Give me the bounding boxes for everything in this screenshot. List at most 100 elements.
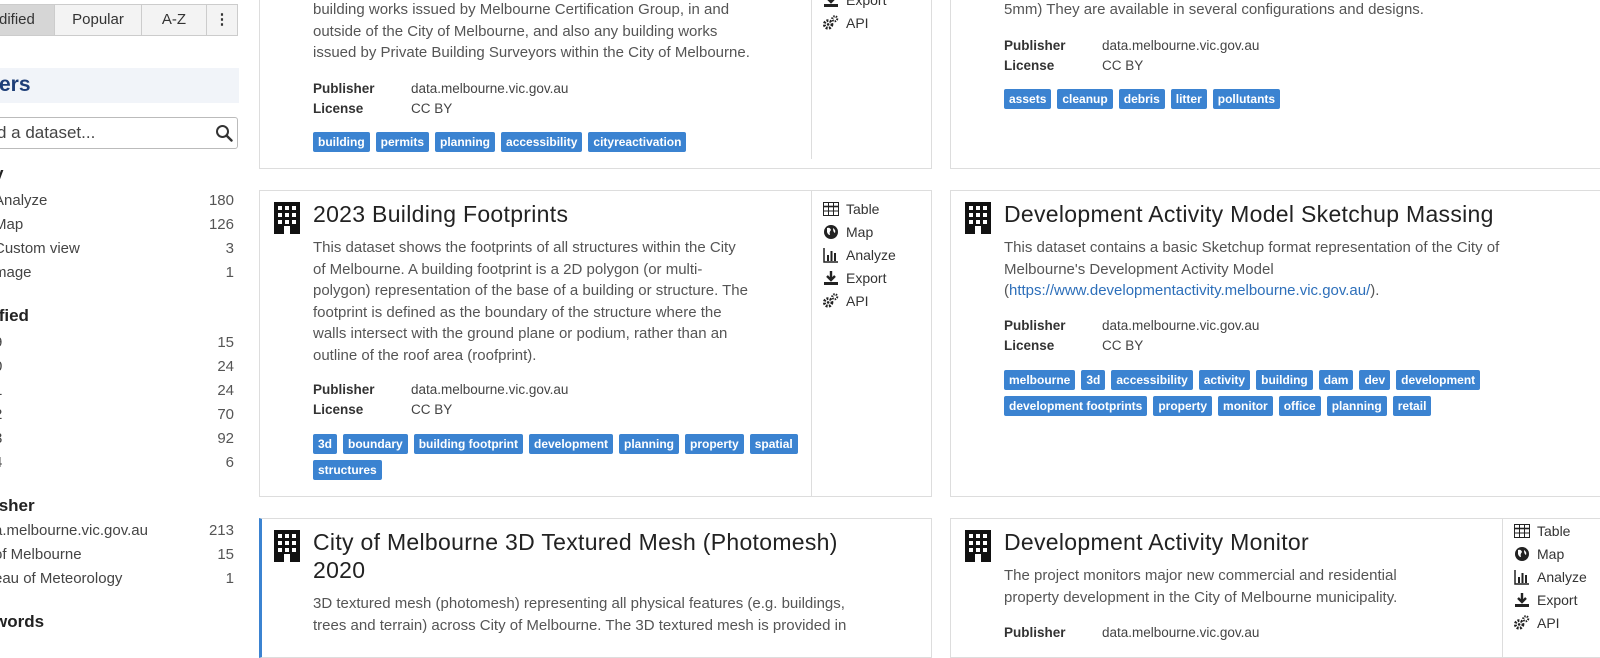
gears-icon: [822, 293, 839, 310]
export-action[interactable]: Export: [1513, 590, 1577, 610]
facet-modified-item[interactable]: 46: [0, 454, 234, 476]
keyword-tag[interactable]: pollutants: [1212, 89, 1281, 109]
api-action[interactable]: API: [822, 13, 869, 33]
keyword-tag[interactable]: building footprint: [413, 434, 523, 454]
dataset-actions: Export API: [811, 0, 930, 159]
development-activity-link[interactable]: https://www.developmentactivity.melbourn…: [1009, 282, 1370, 299]
keyword-tag[interactable]: litter: [1170, 89, 1207, 109]
title-line: 2020: [313, 557, 366, 583]
dataset-search-input[interactable]: [0, 118, 207, 148]
search-icon[interactable]: [215, 124, 233, 147]
keyword-tag[interactable]: building: [1256, 370, 1313, 390]
sort-popular-button[interactable]: Popular: [55, 5, 142, 35]
facet-modified-item[interactable]: 1 24: [0, 382, 234, 404]
keyword-tag[interactable]: development footprints: [1004, 396, 1148, 416]
keyword-tag[interactable]: cleanup: [1057, 89, 1113, 109]
license-value: CC BY: [1102, 58, 1144, 73]
keyword-tag[interactable]: building: [313, 132, 370, 152]
keyword-tag[interactable]: dam: [1318, 370, 1354, 390]
keyword-tag[interactable]: property: [1153, 396, 1213, 416]
facet-view-map[interactable]: Map 126: [0, 216, 234, 238]
analyze-label: Analyze: [846, 247, 896, 263]
sort-az-button[interactable]: A-Z: [142, 5, 207, 35]
dataset-card-litter-bins: 5mm) They are available in several confi…: [950, 0, 1600, 169]
description-line: trees and terrain) across City of Melbou…: [313, 616, 847, 634]
dataset-meta: Publisher data.melbourne.vic.gov.au Licen…: [1004, 36, 1259, 76]
map-action[interactable]: Map: [822, 222, 873, 242]
api-action[interactable]: API: [822, 291, 869, 311]
facet-modified-item[interactable]: 9 15: [0, 334, 234, 356]
map-action[interactable]: Map: [1513, 544, 1564, 564]
facet-modified-item[interactable]: 3 92: [0, 430, 234, 452]
dataset-title[interactable]: Development Activity Model Sketchup Mass…: [1004, 200, 1494, 228]
dataset-meta: Publisher data.melbourne.vic.gov.au Licen…: [1004, 316, 1259, 356]
publisher-value: data.melbourne.vic.gov.au: [1102, 625, 1260, 640]
facet-view-analyze[interactable]: Analyze 180: [0, 192, 234, 214]
description-line: walls intersect with the ground plane or…: [313, 325, 728, 342]
keyword-tag[interactable]: cityreactivation: [588, 132, 687, 152]
facet-label: of Melbourne: [0, 546, 82, 563]
keyword-tag[interactable]: dev: [1359, 370, 1391, 390]
keyword-tag[interactable]: planning: [435, 132, 496, 152]
facet-publisher-title: isher: [0, 496, 35, 515]
dataset-description: This dataset shows the footprints of all…: [313, 237, 813, 366]
keyword-tag[interactable]: retail: [1392, 396, 1432, 416]
filters-header: ters: [0, 68, 239, 103]
facet-view-image[interactable]: mage 1: [0, 264, 234, 286]
analyze-action[interactable]: Analyze: [822, 245, 896, 265]
description-line: issued by Private Building Surveyors wit…: [313, 44, 750, 61]
keyword-tag[interactable]: accessibility: [501, 132, 583, 152]
analyze-action[interactable]: Analyze: [1513, 567, 1587, 587]
dataset-title[interactable]: Development Activity Monitor: [1004, 528, 1309, 556]
table-label: Table: [846, 201, 880, 217]
export-action[interactable]: Export: [822, 268, 886, 288]
facet-view-custom[interactable]: Custom view 3: [0, 240, 234, 262]
facet-modified-item[interactable]: 0 24: [0, 358, 234, 380]
building-icon: [273, 530, 301, 567]
keyword-tag[interactable]: permits: [375, 132, 430, 152]
dataset-title[interactable]: 2023 Building Footprints: [313, 200, 568, 228]
description-line: This dataset contains a basic Sketchup f…: [1004, 239, 1500, 256]
keyword-tag[interactable]: structures: [313, 460, 382, 480]
keyword-tag[interactable]: property: [685, 434, 744, 454]
keyword-tag[interactable]: assets: [1004, 89, 1052, 109]
facet-label: 1: [0, 382, 2, 399]
facet-publisher-item[interactable]: eau of Meteorology 1: [0, 570, 234, 592]
facet-count: 70: [217, 406, 234, 423]
keyword-tag[interactable]: debris: [1118, 89, 1165, 109]
building-icon: [964, 202, 992, 239]
table-label: Table: [1537, 523, 1571, 539]
keyword-tag[interactable]: office: [1278, 396, 1321, 416]
dataset-search-box: [0, 117, 238, 149]
keyword-tag[interactable]: accessibility: [1111, 370, 1193, 390]
keyword-tag[interactable]: 3d: [313, 434, 338, 454]
description-line: outside of the City of Melbourne, and al…: [313, 22, 718, 40]
keyword-tag[interactable]: spatial: [749, 434, 798, 454]
api-action[interactable]: API: [1513, 613, 1560, 633]
keyword-tag[interactable]: 3d: [1081, 370, 1106, 390]
facet-modified-item[interactable]: 2 70: [0, 406, 234, 428]
export-action[interactable]: Export: [822, 0, 886, 10]
description-line: polygon) representation of the base of a…: [313, 282, 748, 299]
keyword-tag[interactable]: development: [1396, 370, 1481, 390]
sort-modified-button[interactable]: dified: [0, 5, 55, 35]
facet-label: eau of Meteorology: [0, 570, 123, 587]
facet-count: 24: [217, 382, 234, 399]
keyword-tag[interactable]: monitor: [1218, 396, 1273, 416]
table-action[interactable]: Table: [1513, 521, 1570, 541]
keyword-tag[interactable]: development: [529, 434, 614, 454]
keyword-tag[interactable]: planning: [1326, 396, 1387, 416]
keyword-tag[interactable]: activity: [1198, 370, 1251, 390]
facet-publisher-item[interactable]: of Melbourne 15: [0, 546, 234, 568]
table-action[interactable]: Table: [822, 199, 879, 219]
dataset-title[interactable]: City of Melbourne 3D Textured Mesh (Phot…: [313, 528, 838, 584]
map-label: Map: [846, 224, 874, 240]
facet-publisher-item[interactable]: a.melbourne.vic.gov.au 213: [0, 522, 234, 544]
bar-chart-icon: [1513, 569, 1530, 586]
keyword-tag[interactable]: melbourne: [1004, 370, 1076, 390]
keyword-tag[interactable]: boundary: [343, 434, 408, 454]
export-label: Export: [846, 0, 887, 8]
keyword-tag[interactable]: planning: [619, 434, 680, 454]
more-options-button[interactable]: ⋮: [207, 5, 237, 35]
api-label: API: [846, 15, 869, 31]
